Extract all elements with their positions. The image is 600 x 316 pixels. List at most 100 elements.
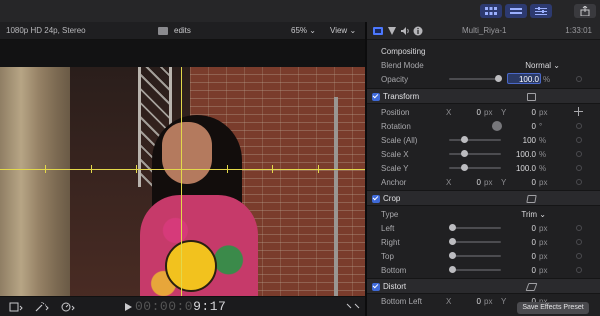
scale-x-slider-knob[interactable] xyxy=(461,150,468,157)
fullscreen-icon[interactable] xyxy=(345,302,361,312)
save-effects-preset-button[interactable]: Save Effects Preset xyxy=(517,302,589,314)
scale-x-value[interactable]: 100.0 xyxy=(516,150,536,159)
viewer[interactable] xyxy=(0,40,365,313)
crop-right-label: Right xyxy=(381,238,400,247)
audio-inspector-icon[interactable] xyxy=(400,26,410,36)
transform-checkbox[interactable] xyxy=(372,93,380,101)
project-name: edits xyxy=(174,26,191,35)
video-inspector-icon[interactable] xyxy=(373,26,383,36)
anchor-x-axis: X xyxy=(446,178,452,187)
scale-all-value[interactable]: 100 xyxy=(523,136,536,145)
crop-top-value[interactable]: 0 xyxy=(532,252,536,261)
keyframe-button[interactable] xyxy=(576,165,582,171)
keyframe-button[interactable] xyxy=(576,76,582,82)
scale-all-slider[interactable] xyxy=(449,136,501,143)
bottom-left-x-value[interactable]: 0 xyxy=(477,297,481,306)
keyframe-button[interactable] xyxy=(576,137,582,143)
inspector-header: Multi_Riya-1 1:33:01 xyxy=(367,22,600,40)
crop-bottom-label: Bottom xyxy=(381,266,407,275)
crop-right-value[interactable]: 0 xyxy=(532,238,536,247)
guide-tick xyxy=(45,165,46,173)
blend-mode-select[interactable]: Normal ⌄ xyxy=(525,61,560,70)
layout-timeline-button[interactable] xyxy=(505,4,527,18)
crop-bottom-slider[interactable] xyxy=(449,266,501,273)
video-frame[interactable] xyxy=(0,67,365,313)
position-y-unit: px xyxy=(539,108,548,117)
view-menu[interactable]: View ⌄ xyxy=(330,26,356,35)
position-x-unit: px xyxy=(484,108,493,117)
keyframe-button[interactable] xyxy=(576,239,582,245)
distort-section-header[interactable]: Distort xyxy=(367,278,600,294)
keyframe-button[interactable] xyxy=(576,123,582,129)
rotation-value[interactable]: 0 xyxy=(532,122,536,131)
scale-y-slider-knob[interactable] xyxy=(461,164,468,171)
transform-tool-icon[interactable] xyxy=(8,302,24,312)
transform-vertical-guide[interactable] xyxy=(181,67,182,313)
zoom-menu[interactable]: 65% ⌄ xyxy=(291,26,316,35)
crop-left-value[interactable]: 0 xyxy=(532,224,536,233)
scale-y-value[interactable]: 100.0 xyxy=(516,164,536,173)
keyframe-button[interactable] xyxy=(576,151,582,157)
crop-top-unit: px xyxy=(539,252,548,261)
share-button[interactable] xyxy=(574,4,596,18)
crop-left-slider-knob[interactable] xyxy=(449,224,456,231)
keyframe-button[interactable] xyxy=(576,225,582,231)
keyframe-button[interactable] xyxy=(576,267,582,273)
keyframe-button[interactable] xyxy=(576,253,582,259)
timecode-prefix: 00:00:0 xyxy=(135,299,194,314)
chevron-down-icon: ⌄ xyxy=(553,61,560,70)
color-inspector-icon[interactable] xyxy=(387,26,397,36)
timecode-display[interactable]: 00:00:09:17 xyxy=(135,299,226,314)
crop-onscreen-control-icon[interactable] xyxy=(526,195,537,203)
bottom-left-y-axis: Y xyxy=(501,297,507,306)
rotation-dial[interactable] xyxy=(492,121,502,131)
blend-mode-row: Blend Mode Normal ⌄ xyxy=(367,58,600,72)
guide-tick xyxy=(136,165,137,173)
scale-y-slider[interactable] xyxy=(449,164,501,171)
distort-checkbox[interactable] xyxy=(372,283,380,291)
chevron-down-icon: ⌄ xyxy=(539,210,546,219)
opacity-value[interactable]: 100.0 xyxy=(519,75,539,84)
crop-top-slider-knob[interactable] xyxy=(449,252,456,259)
move-crosshair-icon[interactable] xyxy=(574,107,583,116)
transform-horizontal-guide[interactable] xyxy=(0,169,365,170)
bottom-left-x-unit: px xyxy=(484,297,493,306)
layout-inspector-button[interactable] xyxy=(530,4,552,18)
bottom-left-label: Bottom Left xyxy=(381,297,422,306)
scale-x-slider[interactable] xyxy=(449,150,501,157)
crop-checkbox[interactable] xyxy=(372,195,380,203)
distort-onscreen-control-icon[interactable] xyxy=(525,283,538,291)
opacity-slider-knob[interactable] xyxy=(495,75,502,82)
opacity-unit: % xyxy=(543,75,551,84)
view-label: View xyxy=(330,26,348,35)
play-button[interactable] xyxy=(125,303,132,311)
crop-right-slider[interactable] xyxy=(449,238,501,245)
position-x-value[interactable]: 0 xyxy=(477,108,481,117)
crop-top-slider[interactable] xyxy=(449,252,501,259)
crop-bottom-slider-knob[interactable] xyxy=(449,266,456,273)
keyframe-button[interactable] xyxy=(576,179,582,185)
blend-mode-label: Blend Mode xyxy=(381,61,424,70)
anchor-y-value[interactable]: 0 xyxy=(532,178,536,187)
anchor-x-value[interactable]: 0 xyxy=(477,178,481,187)
crop-left-slider[interactable] xyxy=(449,224,501,231)
transform-section-header[interactable]: Transform xyxy=(367,88,600,104)
layout-browser-button[interactable] xyxy=(480,4,502,18)
clip-duration: 1:33:01 xyxy=(565,26,592,35)
compositing-header[interactable]: Compositing xyxy=(367,44,600,58)
position-y-value[interactable]: 0 xyxy=(532,108,536,117)
scale-x-label: Scale X xyxy=(381,150,409,159)
viewer-header: 1080p HD 24p, Stereo edits 65% ⌄ View ⌄ xyxy=(0,22,365,40)
info-inspector-icon[interactable] xyxy=(413,26,423,36)
transform-onscreen-control-icon[interactable] xyxy=(527,93,536,101)
crop-section-header[interactable]: Crop xyxy=(367,190,600,206)
scale-all-slider-knob[interactable] xyxy=(461,136,468,143)
anchor-x-unit: px xyxy=(484,178,493,187)
magic-wand-icon[interactable] xyxy=(34,302,50,312)
crop-type-select[interactable]: Trim ⌄ xyxy=(521,210,546,219)
crop-bottom-value[interactable]: 0 xyxy=(532,266,536,275)
opacity-slider[interactable] xyxy=(449,75,502,82)
crop-top-row: Top 0 px xyxy=(367,249,600,263)
speed-gauge-icon[interactable] xyxy=(60,302,76,312)
crop-right-slider-knob[interactable] xyxy=(449,238,456,245)
